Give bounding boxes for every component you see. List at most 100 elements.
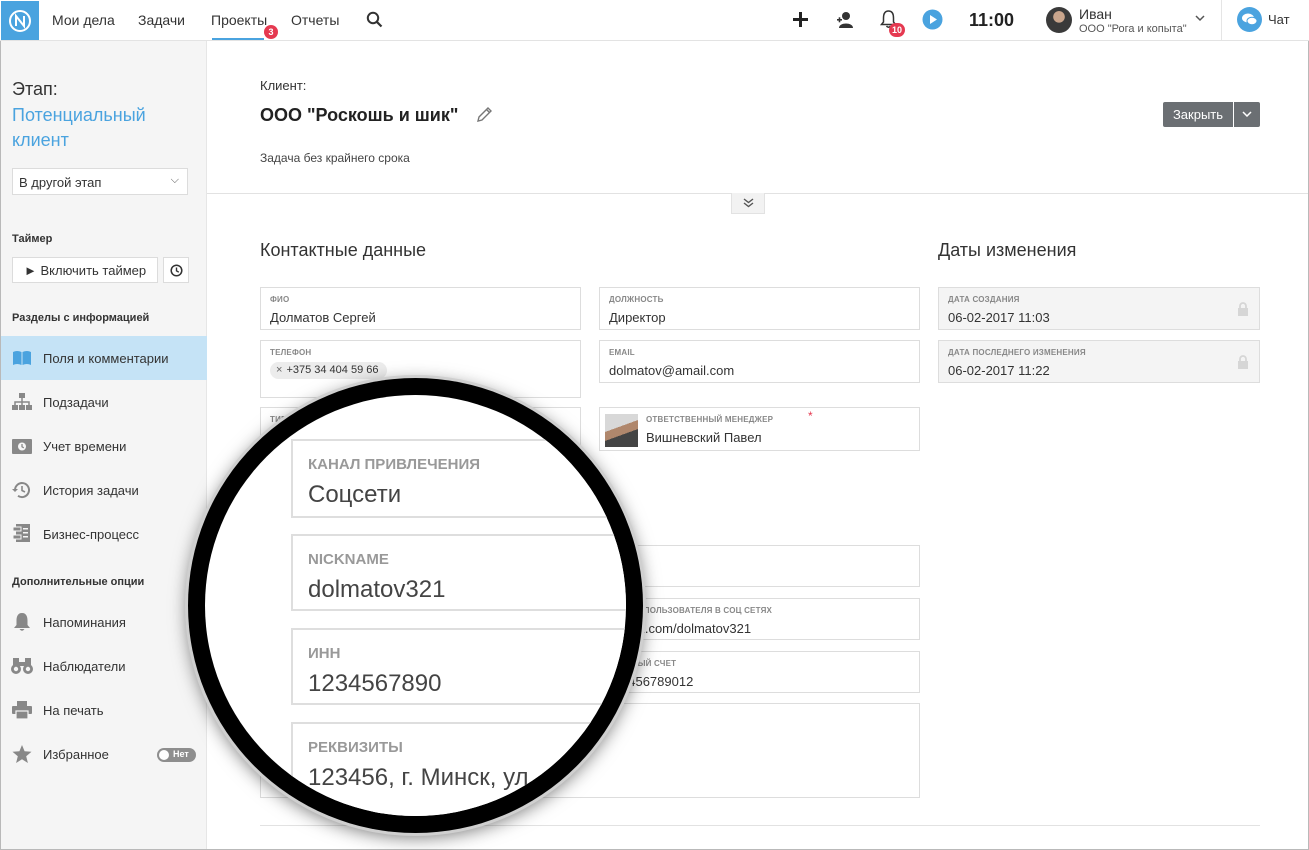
separator xyxy=(1221,0,1222,40)
field-value: 06-02-2017 11:03 xyxy=(948,310,1050,325)
sidebar-item-label: Избранное xyxy=(43,747,109,762)
sidebar-item-label: Поля и комментарии xyxy=(43,351,169,366)
clock-time: 11:00 xyxy=(969,10,1015,30)
field-value: Директор xyxy=(609,310,666,325)
expand-details-button[interactable] xyxy=(731,193,765,214)
deadline-text: Задача без крайнего срока xyxy=(260,151,410,165)
magnified-nickname-field: Nickname dolmatov321 xyxy=(291,534,626,611)
phone-value: +375 34 404 59 66 xyxy=(286,364,379,376)
user-organization: ООО "Рога и копыта" xyxy=(1079,23,1187,35)
hierarchy-icon xyxy=(11,391,33,413)
lock-icon xyxy=(1238,302,1248,316)
stage-value: Потенциальный клиент xyxy=(12,105,146,150)
chevron-down-icon: ⌵ xyxy=(170,174,179,186)
phone-chip[interactable]: × +375 34 404 59 66 xyxy=(270,362,387,379)
sidebar-item-reminders[interactable]: Напоминания xyxy=(1,600,207,644)
field-value: dolmatov@amail.com xyxy=(609,363,735,378)
chat-icon[interactable] xyxy=(1237,7,1262,32)
top-navigation-bar: Мои дела Задачи Проекты 3 Отчеты 10 11:0… xyxy=(0,0,1309,41)
sidebar-item-time-tracking[interactable]: Учет времени xyxy=(1,424,207,468)
dates-section-title: Даты изменения xyxy=(938,240,1077,260)
sidebar-item-label: На печать xyxy=(43,703,104,718)
field-label: Канал привлечения xyxy=(308,456,481,473)
magnified-requisites-field: Реквизиты 123456, г. Минск, ул xyxy=(291,722,626,816)
active-tab-indicator xyxy=(212,38,264,40)
manager-field[interactable]: Ответственный менеджер * Вишневский Паве… xyxy=(599,407,920,451)
field-value: Вишневский Павел xyxy=(646,430,762,445)
field-label: Nickname xyxy=(308,551,389,568)
field-label: Дата создания xyxy=(948,295,1020,304)
toggle-label: Нет xyxy=(173,749,189,759)
close-options-dropdown[interactable] xyxy=(1234,102,1260,127)
business-process-icon xyxy=(11,523,33,545)
start-timer-button[interactable]: ► Включить таймер xyxy=(12,257,158,283)
field-value: Соцсети xyxy=(308,481,402,508)
contacts-section-title: Контактные данные xyxy=(260,240,427,260)
nav-my-tasks[interactable]: Мои дела xyxy=(52,12,115,28)
field-value: 123456, г. Минск, ул xyxy=(308,764,529,791)
add-icon[interactable] xyxy=(793,12,808,27)
play-icon[interactable] xyxy=(922,9,943,30)
lock-icon xyxy=(1238,355,1248,369)
magnified-channel-field: Канал привлечения Соцсети xyxy=(291,439,626,518)
logo-icon xyxy=(9,9,31,32)
field-label: Телефон xyxy=(270,348,312,357)
sidebar-item-task-history[interactable]: История задачи xyxy=(1,468,207,512)
sidebar-item-label: История задачи xyxy=(43,483,139,498)
stage-select[interactable]: В другой этап ⌵ xyxy=(12,168,188,195)
history-icon xyxy=(11,479,33,501)
field-label: Должность xyxy=(609,295,664,304)
field-label: Реквизиты xyxy=(308,739,403,756)
timer-section-title: Таймер xyxy=(12,233,53,245)
add-user-icon[interactable] xyxy=(836,11,854,28)
modified-date-field: Дата последнего изменения 06-02-2017 11:… xyxy=(938,340,1260,383)
field-value: Долматов Сергей xyxy=(270,310,376,325)
star-icon xyxy=(11,743,33,765)
sidebar: Этап: Потенциальный клиент В другой этап… xyxy=(1,41,207,849)
notifications-badge: 10 xyxy=(889,23,906,37)
sidebar-item-print[interactable]: На печать xyxy=(1,688,207,732)
sidebar-item-fields-comments[interactable]: Поля и комментарии xyxy=(1,336,207,380)
search-icon[interactable] xyxy=(366,11,383,28)
field-label: А НА ПОЛЬЗОВАТЕЛЯ В СОЦ СЕТЯХ xyxy=(621,606,773,615)
client-name: ООО "Роскошь и шик" xyxy=(260,105,459,125)
remove-icon[interactable]: × xyxy=(276,364,282,376)
sidebar-item-business-process[interactable]: Бизнес-процесс xyxy=(1,512,207,556)
binoculars-icon xyxy=(11,655,33,677)
magnified-inn-field: ИНН 1234567890 xyxy=(291,628,626,705)
clock-icon xyxy=(169,263,183,277)
printer-icon xyxy=(11,699,33,721)
edit-pencil-icon[interactable] xyxy=(476,106,493,123)
email-field[interactable]: Email dolmatov@amail.com xyxy=(599,340,920,383)
field-label: Дата последнего изменения xyxy=(948,348,1086,357)
sidebar-item-label: Учет времени xyxy=(43,439,127,454)
user-name[interactable]: Иван xyxy=(1079,6,1112,22)
position-field[interactable]: Должность Директор xyxy=(599,287,920,330)
sidebar-item-watchers[interactable]: Наблюдатели xyxy=(1,644,207,688)
sidebar-item-subtasks[interactable]: Подзадачи xyxy=(1,380,207,424)
magnifier-lens: Канал привлечения Соцсети Nickname dolma… xyxy=(188,378,643,833)
user-avatar[interactable] xyxy=(1046,7,1072,33)
field-value: 3456789012 xyxy=(621,674,694,689)
field-label: Ответственный менеджер xyxy=(646,415,774,424)
timer-history-button[interactable] xyxy=(163,257,189,283)
sidebar-item-label: Подзадачи xyxy=(43,395,109,410)
chevron-down-icon[interactable] xyxy=(1195,15,1205,22)
app-logo[interactable] xyxy=(1,1,39,40)
field-value: dolmatov321 xyxy=(308,576,446,603)
favorite-toggle[interactable]: Нет xyxy=(157,748,196,762)
fio-field[interactable]: ФИО Долматов Сергей xyxy=(260,287,581,330)
field-value: 06-02-2017 11:22 xyxy=(948,363,1050,378)
magnifier-content: Канал привлечения Соцсети Nickname dolma… xyxy=(205,395,626,816)
close-task-button[interactable]: Закрыть xyxy=(1163,102,1233,127)
stage-select-value: В другой этап xyxy=(19,175,102,190)
nav-projects[interactable]: Проекты xyxy=(211,12,267,28)
projects-count-badge: 3 xyxy=(264,25,278,39)
stage-label: Этап: xyxy=(12,79,58,99)
chat-button-label[interactable]: Чат xyxy=(1268,12,1290,27)
nav-reports[interactable]: Отчеты xyxy=(291,12,339,28)
nav-tasks[interactable]: Задачи xyxy=(138,12,185,28)
chevron-down-icon xyxy=(1242,111,1252,118)
required-marker: * xyxy=(808,409,813,423)
field-value: 1234567890 xyxy=(308,670,442,697)
